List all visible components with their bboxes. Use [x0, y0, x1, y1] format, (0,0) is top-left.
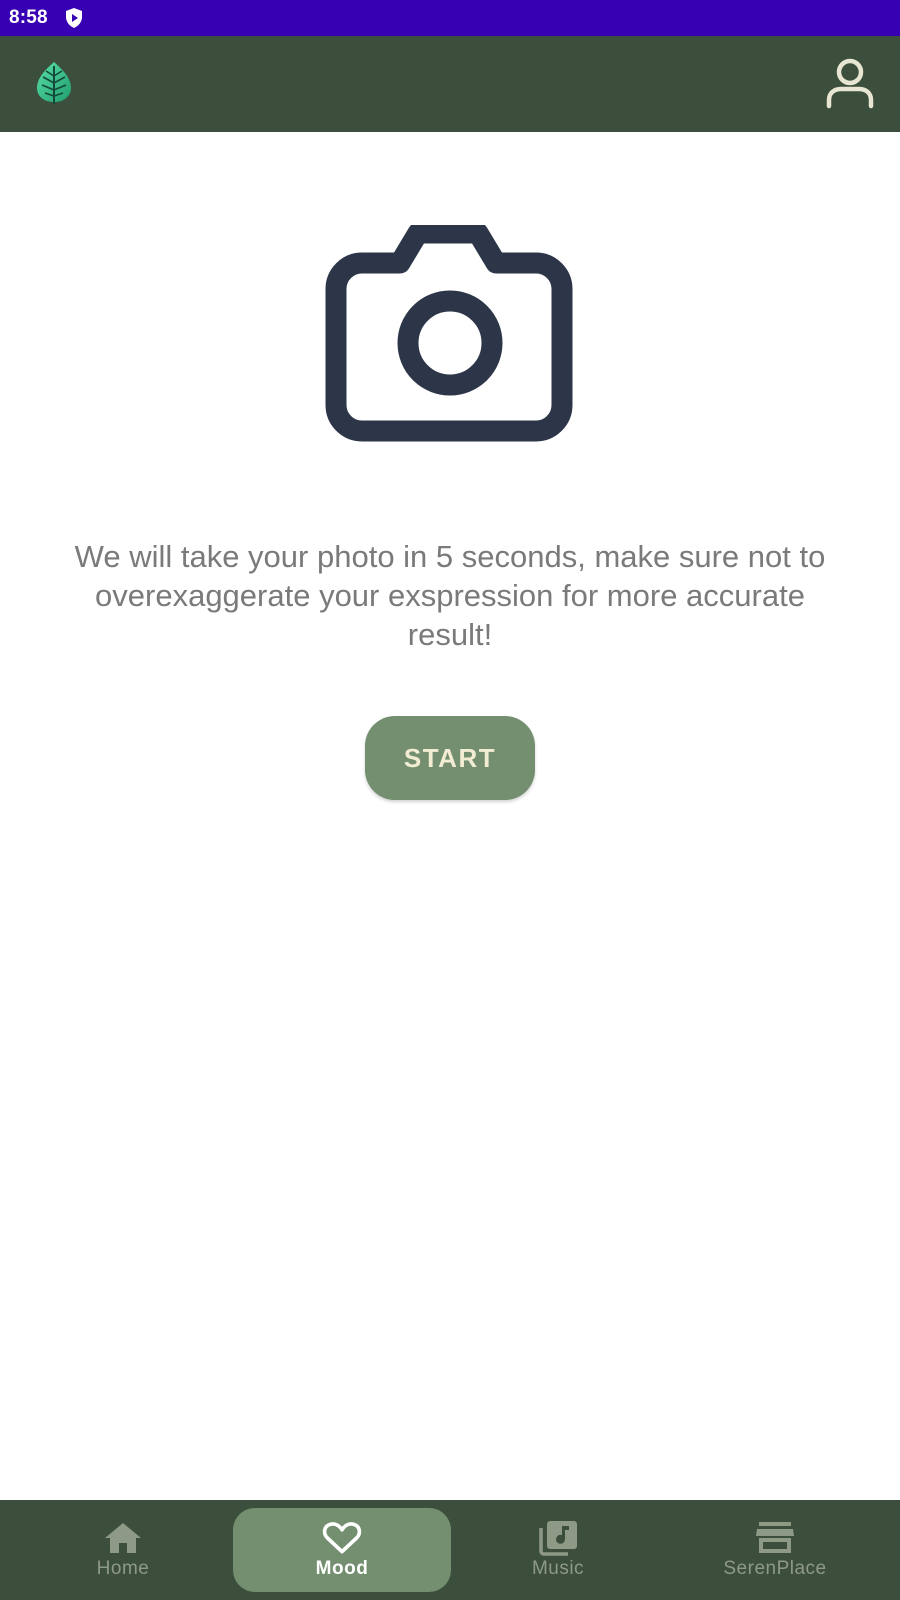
- heart-icon: [322, 1520, 362, 1556]
- instruction-text: We will take your photo in 5 seconds, ma…: [74, 539, 826, 652]
- home-icon: [103, 1520, 143, 1556]
- bottom-nav: Home Mood Music SerenPlace: [0, 1500, 900, 1600]
- nav-item-music[interactable]: Music: [478, 1508, 638, 1592]
- nav-label-serenplace: SerenPlace: [723, 1558, 827, 1579]
- shield-play-icon: [64, 6, 86, 30]
- person-icon: [826, 58, 874, 109]
- leaf-logo: [33, 60, 75, 106]
- nav-item-mood[interactable]: Mood: [233, 1508, 451, 1592]
- store-icon: [755, 1520, 795, 1556]
- start-button[interactable]: START: [365, 716, 535, 800]
- status-time: 8:58: [9, 7, 48, 28]
- status-bar: 8:58: [0, 0, 900, 36]
- profile-button[interactable]: [824, 56, 876, 110]
- mood-screen: 8:58 We will take your photo in 5 second…: [0, 0, 900, 1600]
- camera-icon: [320, 222, 580, 443]
- music-library-icon: [538, 1520, 578, 1556]
- app-bar: [0, 36, 900, 132]
- nav-label-home: Home: [96, 1558, 150, 1579]
- nav-label-music: Music: [531, 1558, 585, 1579]
- nav-item-home[interactable]: Home: [43, 1508, 203, 1592]
- nav-label-mood: Mood: [315, 1558, 369, 1579]
- nav-item-serenplace[interactable]: SerenPlace: [695, 1508, 855, 1592]
